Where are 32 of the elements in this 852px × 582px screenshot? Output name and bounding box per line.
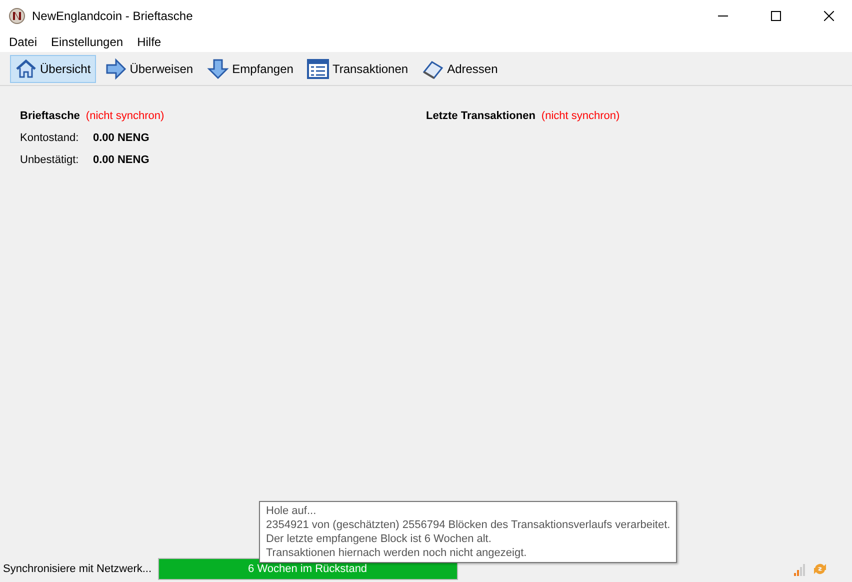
signal-icon bbox=[794, 562, 806, 576]
sync-icon bbox=[812, 561, 828, 577]
menu-item[interactable]: Hilfe bbox=[130, 35, 168, 49]
menu-item[interactable]: Einstellungen bbox=[44, 35, 130, 49]
section-title: Letzte Transaktionen bbox=[426, 110, 536, 122]
status-text: Synchronisiere mit Netzwerk... bbox=[3, 563, 152, 575]
progress-text: 6 Wochen im Rückstand bbox=[248, 563, 368, 575]
toolbar-tab[interactable]: Überweisen bbox=[100, 54, 198, 82]
balance-value: 0.00 NENG bbox=[93, 154, 150, 166]
right-arrow-icon bbox=[104, 58, 127, 80]
section-title: Brieftasche bbox=[20, 110, 80, 122]
tooltip-line: Der letzte empfangene Block ist 6 Wochen alt. bbox=[266, 532, 492, 546]
tooltip-line: Transaktionen hiernach werden noch nicht angezeigt. bbox=[266, 546, 528, 560]
tooltip-line: Hole auf... bbox=[266, 504, 318, 518]
toolbar-tab[interactable]: Adressen bbox=[417, 54, 503, 82]
balance-label: Unbestätigt: bbox=[20, 154, 80, 166]
sync-warning: (nicht synchron) bbox=[541, 110, 620, 122]
tooltip-line: 2354921 von (geschätzten) 2556794 Blöcken des Transaktionsverlaufs verarbeitet. bbox=[266, 518, 670, 532]
toolbar-tab[interactable]: Übersicht bbox=[10, 54, 96, 82]
down-arrow-icon bbox=[207, 58, 230, 80]
balance-value: 0.00 NENG bbox=[93, 132, 150, 144]
maximize-icon bbox=[771, 11, 781, 21]
house-icon bbox=[15, 58, 37, 80]
balance-label: Kontostand: bbox=[20, 132, 80, 144]
toolbar-tab[interactable]: Transaktionen bbox=[302, 54, 414, 82]
menu-item[interactable]: Datei bbox=[2, 35, 44, 49]
close-icon bbox=[824, 11, 834, 21]
toolbar-tab[interactable]: Empfangen bbox=[202, 54, 298, 82]
list-icon bbox=[307, 58, 330, 80]
sync-warning: (nicht synchron) bbox=[86, 110, 164, 122]
coin-logo-icon bbox=[9, 8, 25, 24]
window-title: NewEnglandcoin - Brieftasche bbox=[32, 9, 194, 23]
